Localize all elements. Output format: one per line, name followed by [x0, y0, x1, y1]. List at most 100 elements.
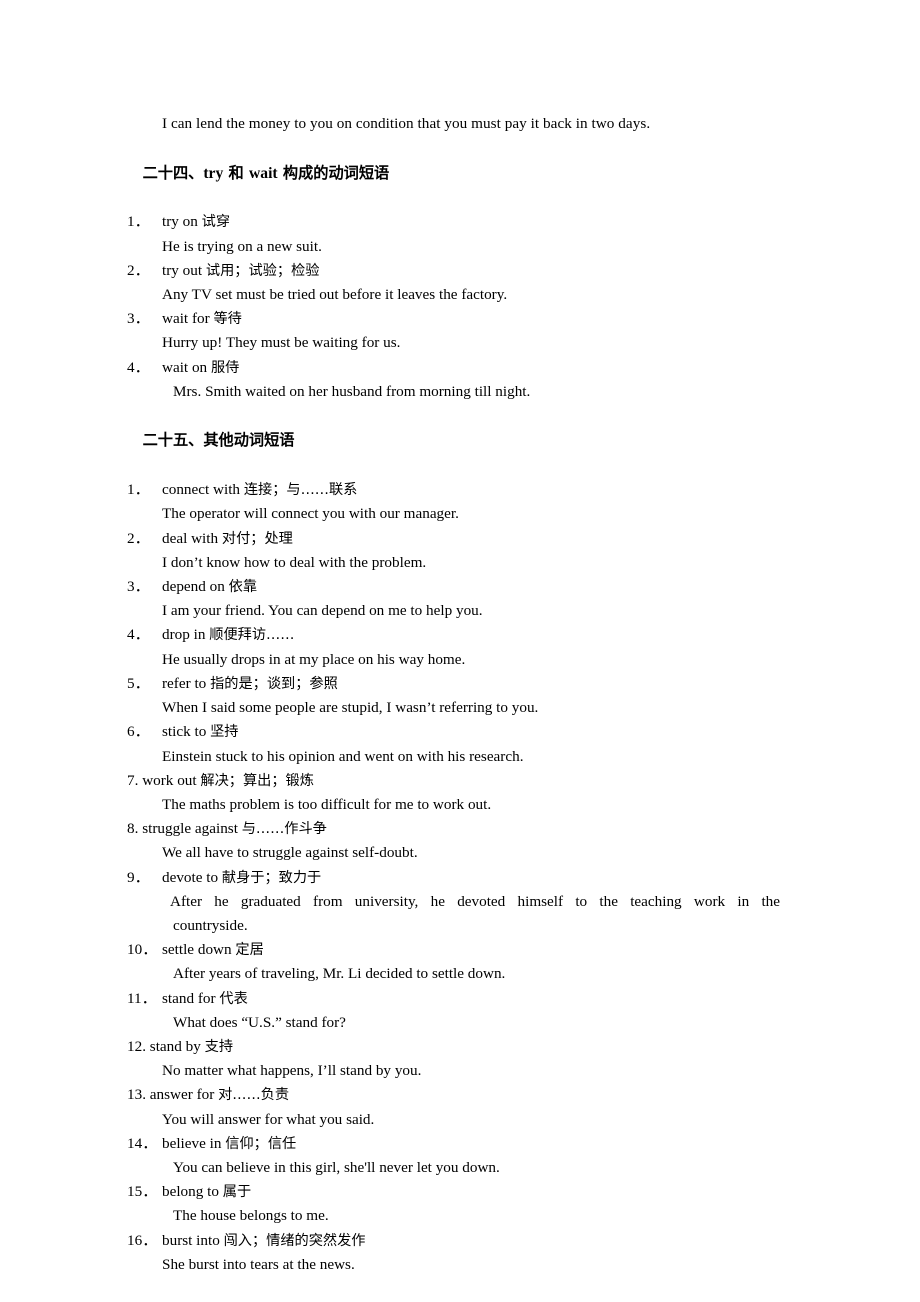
entry-25-14: 14． believe in 信仰；信任	[127, 1132, 800, 1156]
entry-gloss: 定居	[235, 942, 264, 959]
entry-25-2: 2． deal with 对付；处理	[127, 527, 800, 551]
example-sentence: After he graduated from university, he d…	[170, 892, 780, 910]
entry-phrase: devote to	[162, 868, 222, 886]
entry-gloss: 解决；算出；锻炼	[200, 772, 314, 789]
section-heading-25-text: 二十五、其他动词短语	[142, 431, 295, 450]
entry-number: 16．	[127, 1231, 158, 1249]
section-heading-25: 二十五、其他动词短语	[127, 404, 800, 478]
entry-gloss: 等待	[213, 311, 242, 328]
example-sentence: Any TV set must be tried out before it l…	[162, 286, 508, 304]
entry-number: 1．	[127, 213, 150, 231]
example-sentence: You can believe in this girl, she'll nev…	[173, 1158, 500, 1176]
section-heading-24-term-wait: wait	[249, 164, 278, 182]
entry-25-6: 6． stick to 坚持	[127, 720, 800, 744]
entry-phrase: connect with	[162, 481, 244, 499]
example-sentence: Mrs. Smith waited on her husband from mo…	[173, 382, 531, 400]
entry-25-15: 15． belong to 属于	[127, 1180, 800, 1204]
entry-25-9: 9． devote to 献身于；致力于	[127, 866, 800, 890]
entry-gloss: 服侍	[210, 359, 240, 376]
example-sentence: I don’t know how to deal with the proble…	[162, 553, 427, 571]
entry-25-11: 11． stand for 代表	[127, 987, 800, 1011]
entry-phrase: try out	[162, 261, 206, 279]
example-sentence-continuation: countryside.	[173, 916, 248, 934]
entry-number: 6．	[127, 723, 150, 741]
section-heading-24: 二十四、try 和 wait 构成的动词短语	[127, 136, 800, 210]
lead-example-sentence: I can lend the money to you on condition…	[162, 115, 651, 132]
entry-25-3: 3． depend on 依靠	[127, 575, 800, 599]
example-sentence: The house belongs to me.	[173, 1207, 329, 1225]
entry-phrase: try on	[162, 213, 202, 231]
entry-number: 15．	[127, 1183, 158, 1201]
example-sentence: The operator will connect you with our m…	[162, 505, 459, 523]
entry-25-5: 5． refer to 指的是；谈到；参照	[127, 672, 800, 696]
entry-phrase: wait for	[162, 310, 214, 328]
example-sentence: He is trying on a new suit.	[162, 237, 322, 255]
entry-number: 1．	[127, 481, 150, 499]
entry-25-13: 13. answer for 对……负责	[127, 1083, 800, 1107]
example-sentence: What does “U.S.” stand for?	[173, 1013, 346, 1031]
entry-number: 2．	[127, 261, 150, 279]
example-sentence: When I said some people are stupid, I wa…	[162, 699, 539, 717]
entry-number: 11．	[127, 989, 157, 1007]
entry-gloss: 试用；试验；检验	[205, 262, 320, 279]
entry-gloss: 属于	[222, 1184, 252, 1201]
entry-number: 3．	[127, 578, 150, 596]
example-sentence: He usually drops in at my place on his w…	[162, 650, 466, 668]
entry-phrase: belong to	[162, 1183, 223, 1201]
entry-gloss: 闯入；情绪的突然发作	[223, 1232, 366, 1249]
entry-gloss: 顺便拜访……	[209, 627, 295, 644]
entry-gloss: 代表	[219, 990, 248, 1007]
entry-gloss: 试穿	[201, 214, 231, 231]
example-sentence: You will answer for what you said.	[162, 1110, 375, 1128]
entry-25-8: 8. struggle against 与……作斗争	[127, 817, 800, 841]
entry-number: 2．	[127, 529, 150, 547]
entry-gloss: 献身于；致力于	[221, 869, 322, 886]
section-heading-24-conjunction: 和	[223, 163, 250, 182]
entry-25-4: 4． drop in 顺便拜访……	[127, 623, 800, 647]
entry-number: 8.	[127, 820, 143, 838]
entry-25-10: 10． settle down 定居	[127, 938, 800, 962]
entry-gloss: 对付；处理	[221, 530, 293, 547]
entry-gloss: 支持	[204, 1038, 234, 1055]
entry-phrase: answer for	[149, 1086, 219, 1104]
example-sentence: Einstein stuck to his opinion and went o…	[162, 747, 524, 765]
entry-number: 9．	[127, 868, 150, 886]
entry-gloss: 指的是；谈到；参照	[210, 675, 338, 692]
entry-phrase: settle down	[162, 941, 236, 959]
entry-24-1: 1． try on 试穿	[127, 210, 800, 234]
document-page: I can lend the money to you on condition…	[0, 0, 920, 1302]
entry-25-1: 1． connect with 连接；与……联系	[127, 478, 800, 502]
entry-gloss: 与……作斗争	[241, 821, 327, 838]
entry-number: 7.	[127, 771, 143, 789]
entry-gloss: 对……负责	[218, 1087, 290, 1104]
example-sentence: Hurry up! They must be waiting for us.	[162, 334, 401, 352]
example-sentence: I am your friend. You can depend on me t…	[162, 602, 483, 620]
entry-number: 4．	[127, 626, 150, 644]
entry-phrase: struggle against	[142, 820, 242, 838]
example-sentence: She burst into tears at the news.	[162, 1255, 355, 1273]
entry-gloss: 信仰；信任	[225, 1135, 297, 1152]
entry-24-4: 4． wait on 服侍	[127, 356, 800, 380]
example-sentence: The maths problem is too difficult for m…	[162, 795, 492, 813]
entry-25-16: 16． burst into 闯入；情绪的突然发作	[127, 1229, 800, 1253]
section-heading-24-prefix: 二十四、	[142, 163, 204, 182]
entry-number: 13.	[127, 1086, 150, 1104]
entry-phrase: drop in	[162, 626, 210, 644]
entry-24-2: 2． try out 试用；试验；检验	[127, 259, 800, 283]
example-sentence: After years of traveling, Mr. Li decided…	[173, 965, 506, 983]
entry-phrase: stand for	[162, 989, 220, 1007]
entry-gloss: 依靠	[228, 579, 258, 596]
entry-phrase: burst into	[162, 1231, 224, 1249]
entry-25-12: 12. stand by 支持	[127, 1035, 800, 1059]
entry-number: 5．	[127, 674, 150, 692]
entry-phrase: refer to	[162, 674, 211, 692]
entry-phrase: stick to	[162, 723, 211, 741]
section-heading-24-term-try: try	[203, 164, 224, 182]
entry-phrase: work out	[142, 771, 201, 789]
entry-gloss: 连接；与……联系	[243, 482, 358, 499]
entry-24-3: 3． wait for 等待	[127, 307, 800, 331]
example-sentence: We all have to struggle against self-dou…	[162, 844, 418, 862]
entry-phrase: deal with	[162, 529, 222, 547]
entry-number: 3．	[127, 310, 150, 328]
section-heading-24-suffix: 构成的动词短语	[277, 163, 390, 182]
